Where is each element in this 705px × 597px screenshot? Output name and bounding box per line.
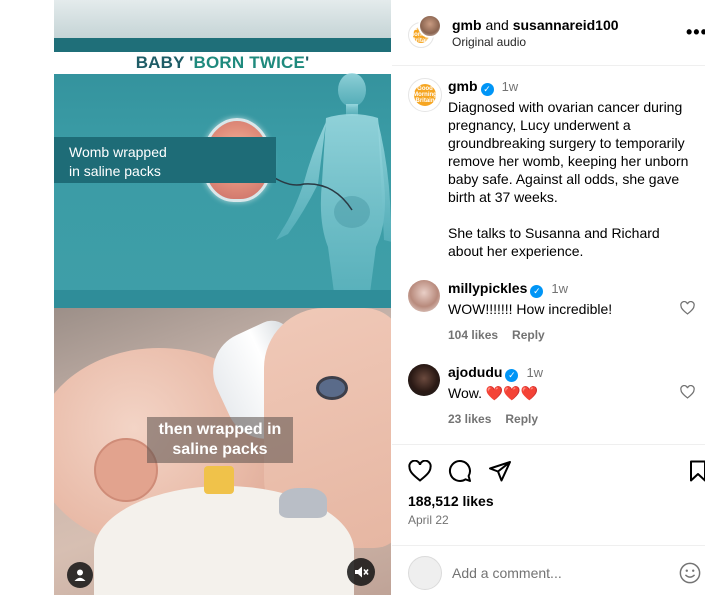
caption-username[interactable]: gmb (448, 78, 478, 94)
likes-count[interactable]: 188,512 likes (408, 493, 494, 509)
current-user-avatar (408, 556, 442, 590)
body-figure-illustration (264, 73, 391, 308)
caption-avatar[interactable]: Good Morning Britain (408, 78, 442, 112)
reply-button[interactable]: Reply (512, 328, 545, 342)
caption-text: Diagnosed with ovarian cancer during pre… (448, 99, 689, 205)
author-susannareid100-link[interactable]: susannareid100 (513, 17, 619, 33)
comment-text: Wow. ❤️❤️❤️ (448, 385, 539, 401)
author-gmb-link[interactable]: gmb (452, 17, 482, 33)
video-caption-top: Womb wrapped in saline packs (54, 137, 276, 183)
speaker-muted-icon (355, 566, 369, 578)
video-player[interactable]: BABY 'BORN TWICE' Womb wrapped in saline… (54, 0, 391, 595)
comment-likes-count[interactable]: 104 likes (448, 328, 498, 342)
share-icon[interactable] (488, 459, 512, 483)
susannareid100-avatar[interactable] (418, 14, 442, 38)
mute-button[interactable] (347, 558, 375, 586)
verified-badge-icon: ✓ (505, 369, 519, 382)
comment-time[interactable]: 1w (526, 365, 543, 380)
post-caption: gmb ✓ 1w Diagnosed with ovarian cancer dur… (448, 78, 693, 260)
more-options-icon[interactable]: ••• (686, 22, 705, 43)
original-audio-link[interactable]: Original audio (452, 35, 526, 49)
comment-avatar[interactable] (408, 280, 440, 312)
tagged-users-button[interactable] (67, 562, 93, 588)
comment-time[interactable]: 1w (551, 281, 568, 296)
caption-time[interactable]: 1w (502, 79, 519, 94)
comment-item: millypickles ✓ 1w WOW!!!!!!! How incredibl… (448, 280, 678, 342)
bookmark-icon[interactable] (689, 460, 705, 482)
add-comment-input[interactable] (452, 562, 672, 584)
instagram-post: BABY 'BORN TWICE' Womb wrapped in saline… (0, 0, 705, 595)
video-graphic-panel: BABY 'BORN TWICE' Womb wrapped in saline… (54, 0, 391, 308)
comment-meta: 23 likes Reply (448, 412, 678, 426)
post-header: Good Morning Britain gmb and susannareid… (392, 0, 705, 66)
comments-section: Good Morning Britain gmb ✓ 1w Diagnosed wi… (392, 66, 705, 444)
emoji-icon[interactable] (679, 562, 701, 584)
reply-button[interactable]: Reply (505, 412, 538, 426)
comment-item: ajodudu ✓ 1w Wow. ❤️❤️❤️ 23 likes Reply (448, 364, 678, 426)
post-actions: 188,512 likes April 22 (392, 444, 705, 596)
verified-badge-icon: ✓ (480, 83, 494, 96)
comment-like-heart-icon[interactable] (680, 385, 695, 399)
heart-icon[interactable] (408, 460, 432, 482)
authors-joiner: and (485, 17, 509, 33)
comment-username[interactable]: millypickles (448, 280, 527, 296)
post-date[interactable]: April 22 (408, 513, 449, 527)
add-comment-bar (392, 545, 705, 597)
verified-badge-icon: ✓ (530, 285, 544, 298)
comment-meta: 104 likes Reply (448, 328, 678, 342)
comment-likes-count[interactable]: 23 likes (448, 412, 491, 426)
comment-icon[interactable] (448, 459, 472, 483)
comment-like-heart-icon[interactable] (680, 301, 695, 315)
video-photo-panel: then wrapped in saline packs (54, 308, 391, 595)
video-caption-bottom: then wrapped in saline packs (147, 417, 293, 463)
comment-username[interactable]: ajodudu (448, 364, 502, 380)
user-tag-icon (74, 569, 86, 581)
caption-text-2: She talks to Susanna and Richard about h… (448, 225, 660, 259)
post-sidebar: Good Morning Britain gmb and susannareid… (392, 0, 705, 595)
video-headline: BABY 'BORN TWICE' (54, 52, 391, 74)
comment-avatar[interactable] (408, 364, 440, 396)
comment-text: WOW!!!!!!! How incredible! (448, 301, 613, 317)
post-authors: gmb and susannareid100 (452, 16, 619, 34)
